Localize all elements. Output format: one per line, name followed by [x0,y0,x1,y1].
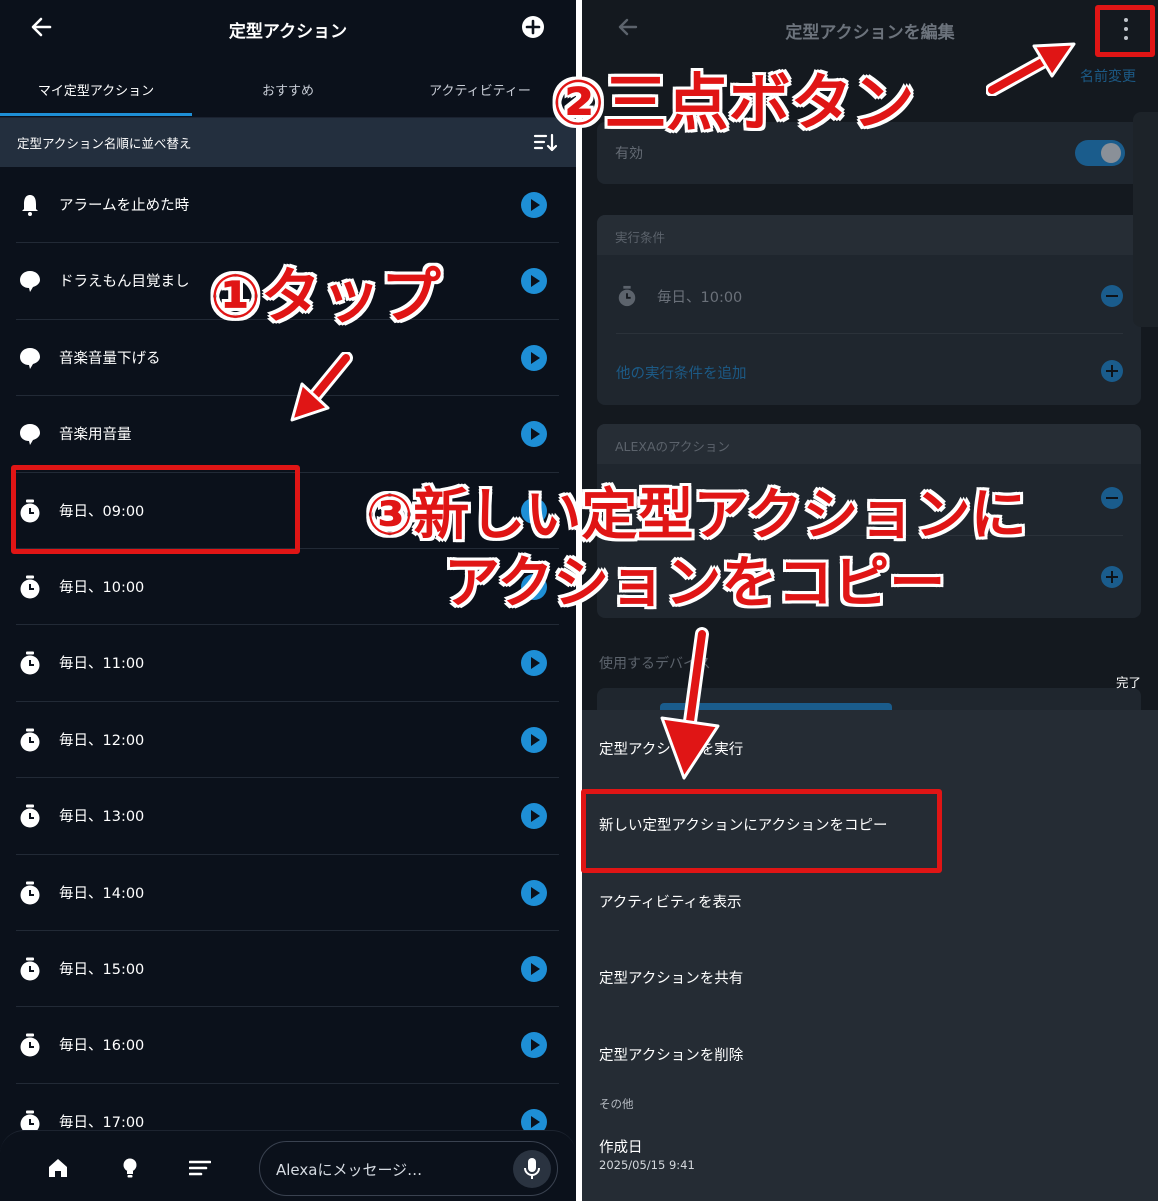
created-date: 2025/05/15 9:41 [599,1158,695,1172]
routine-label: 毎日、15:00 [59,961,145,978]
tab-label: アクティビティー [429,84,531,99]
alarm-clock-icon [618,285,636,307]
options-bottom-sheet: 定型アクションを実行 新しい定型アクションにアクションをコピー アクティビティを… [582,710,1158,1201]
tab-recommended[interactable]: おすすめ [192,72,384,116]
routine-row[interactable]: 毎日、13:00 [0,778,576,855]
play-icon[interactable] [521,955,547,982]
condition-item[interactable]: 毎日、10:00 [657,286,742,307]
alexa-message-input[interactable]: Alexaにメッセージ… [259,1141,558,1196]
play-icon[interactable] [521,421,547,448]
alarm-clock-icon [18,881,42,905]
play-icon[interactable] [521,726,547,753]
enabled-label: 有効 [615,146,643,162]
actions-header: ALEXAのアクション [597,424,1141,464]
conditions-header: 実行条件 [597,215,1141,255]
routine-label: 音楽用音量 [59,427,132,444]
lightbulb-icon[interactable] [119,1157,141,1179]
routine-row[interactable]: アラームを止めた時 [0,167,576,244]
routine-label: 毎日、17:00 [59,1114,145,1131]
add-condition-link[interactable]: 他の実行条件を追加 [616,362,747,383]
routine-label: アラームを止めた時 [59,198,190,214]
play-icon[interactable] [521,879,547,906]
message-placeholder: Alexaにメッセージ… [276,1161,423,1179]
screenshot-root: 定型アクション マイ定型アクション おすすめ アクティビティー 定型アクション名… [0,0,1158,1201]
top-app-bar: 定型アクション [0,0,576,58]
tab-my-routines[interactable]: マイ定型アクション [0,72,192,116]
speech-bubble-icon [18,422,42,446]
routine-label: 毎日、13:00 [59,809,145,826]
actions-title: ALEXAのアクション [615,439,730,454]
alarm-clock-icon [18,575,42,599]
routine-row[interactable]: 毎日、14:00 [0,855,576,931]
play-icon[interactable] [521,268,547,295]
speech-bubble-icon [18,269,42,293]
done-button[interactable]: 完了 [1116,672,1141,691]
routine-label: 音楽音量下げる [59,350,161,367]
highlight-box-three-dot [1095,5,1155,57]
menu-share-routine[interactable]: 定型アクションを共有 [599,967,743,988]
alarm-clock-icon [18,728,42,752]
routine-row[interactable]: 毎日、12:00 [0,702,576,779]
microphone-button[interactable] [513,1150,551,1188]
routine-row[interactable]: 毎日、16:00 [0,1007,576,1084]
play-icon[interactable] [521,803,547,830]
arrow-to-kebab-icon [986,42,1076,96]
active-tab-indicator [0,113,192,116]
tab-label: マイ定型アクション [37,84,155,99]
alarm-clock-icon [18,1033,42,1057]
play-icon[interactable] [521,650,547,677]
annotation-step2: ②三点ボタン [552,66,915,139]
page-title: 定型アクション [228,22,348,42]
arrow-to-routine-icon [290,352,353,422]
tab-activity[interactable]: アクティビティー [384,72,576,116]
sort-label: 定型アクション名順に並べ替え [17,136,192,151]
divider [616,333,1123,334]
routine-label: 毎日、11:00 [59,656,145,673]
remove-action-icon[interactable] [1101,487,1123,509]
play-icon[interactable] [521,192,547,218]
tab-label: おすすめ [261,84,314,99]
routine-label: 毎日、14:00 [59,885,145,902]
rename-button[interactable]: 名前変更 [1080,66,1136,86]
more-list-icon[interactable] [189,1157,211,1179]
alarm-clock-icon [18,651,42,675]
routine-row[interactable]: 毎日、11:00 [0,625,576,702]
microphone-icon [524,1158,540,1179]
add-routine-icon[interactable] [522,16,544,38]
speech-bubble-icon [18,346,42,370]
bell-icon [18,193,42,217]
sort-bar[interactable]: 定型アクション名順に並べ替え [0,118,576,167]
menu-delete-routine[interactable]: 定型アクションを削除 [599,1044,743,1065]
home-icon[interactable] [47,1157,69,1179]
routine-label: 毎日、10:00 [59,579,145,596]
side-panel-edge [1133,112,1158,327]
play-icon[interactable] [521,1032,547,1059]
remove-condition-icon[interactable] [1101,285,1123,307]
routine-label: ドラえもん目覚まし [59,274,190,291]
add-condition-icon[interactable] [1101,360,1123,382]
highlight-box-copy-menu [581,789,942,873]
created-label: 作成日 [599,1140,643,1156]
annotation-step1: ①タップ [210,262,441,332]
tab-bar: マイ定型アクション おすすめ アクティビティー [0,72,576,118]
annotation-step3-line2: アクションをコピー [444,551,946,616]
conditions-title: 実行条件 [615,230,666,245]
bottom-nav-bar: Alexaにメッセージ… [0,1130,576,1201]
other-section-label: その他 [599,1097,634,1111]
alarm-clock-icon [18,957,42,981]
highlight-box-routine [11,465,300,554]
add-action-icon[interactable] [1101,566,1123,588]
arrow-to-copy-menu-icon [660,627,720,780]
alarm-clock-icon [18,804,42,828]
play-icon[interactable] [521,344,547,371]
enabled-toggle[interactable] [1075,140,1125,166]
routine-label: 毎日、16:00 [59,1038,145,1055]
menu-show-activity[interactable]: アクティビティを表示 [599,891,742,912]
routine-label: 毎日、12:00 [59,732,145,749]
routine-row[interactable]: 毎日、15:00 [0,931,576,1008]
